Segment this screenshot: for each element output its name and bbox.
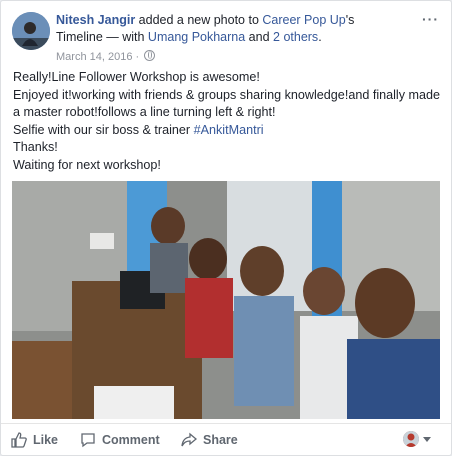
author-name-link[interactable]: Nitesh Jangir [56, 13, 135, 27]
post-text-line: Really!Line Follower Workshop is awesome… [13, 70, 260, 84]
post-text: Really!Line Follower Workshop is awesome… [13, 69, 443, 175]
post-text-line: Selfie with our sir boss & trainer #Anki… [13, 122, 443, 140]
and-text: and [245, 30, 274, 44]
author-avatar-image [12, 12, 50, 50]
hashtag-link[interactable]: #AnkitMantri [194, 123, 264, 137]
author-avatar[interactable] [12, 12, 50, 50]
tagged-person-link[interactable]: Umang Pokharna [148, 30, 245, 44]
comment-button[interactable]: Comment [80, 430, 160, 450]
share-button[interactable]: Share [181, 430, 238, 450]
post-action-bar: Like Comment Share [1, 423, 451, 456]
user-avatar-image [403, 431, 419, 447]
post-date-link[interactable]: March 14, 2016 [56, 51, 132, 63]
like-thumb-icon [11, 432, 27, 448]
post-photo[interactable] [12, 181, 440, 419]
others-link[interactable]: 2 others [273, 30, 318, 44]
post-text-line: Thanks! [13, 140, 58, 155]
possessive-text: 's [345, 13, 355, 27]
like-button[interactable]: Like [11, 430, 58, 450]
period-text: . [318, 30, 322, 44]
globe-icon[interactable] [144, 50, 156, 61]
timeline-with-text: Timeline — with [56, 30, 148, 44]
post-as-selector[interactable] [403, 431, 431, 447]
chevron-down-icon [423, 436, 431, 442]
selfie-photo-image [12, 181, 440, 419]
target-page-link[interactable]: Career Pop Up [262, 13, 345, 27]
share-label: Share [203, 433, 238, 447]
more-options-icon[interactable]: ··· [422, 11, 439, 27]
post-header: Nitesh Jangir added a new photo to Caree… [56, 12, 416, 46]
user-mini-avatar [403, 431, 419, 447]
post-meta: March 14, 2016 · [56, 50, 156, 63]
action-text: added a new photo to [135, 13, 263, 27]
post-text-line: Waiting for next workshop! [13, 157, 161, 172]
facebook-post-card: Nitesh Jangir added a new photo to Caree… [0, 0, 452, 456]
date-separator: · [132, 51, 143, 63]
post-text-segment: Selfie with our sir boss & trainer [13, 122, 194, 137]
comment-label: Comment [102, 433, 160, 447]
like-label: Like [33, 433, 59, 447]
post-text-line: Enjoyed it!working with friends & groups… [13, 87, 441, 120]
comment-bubble-icon [81, 433, 95, 448]
share-arrow-icon [181, 432, 197, 447]
